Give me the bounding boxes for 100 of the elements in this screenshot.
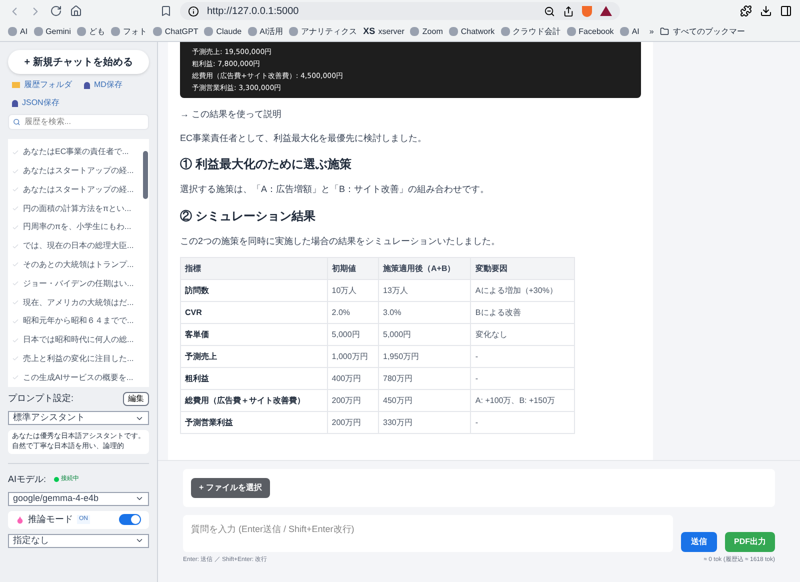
table-cell: 予測売上	[180, 346, 328, 368]
address-bar[interactable]: http://127.0.0.1:5000	[180, 2, 620, 20]
zoom-icon[interactable]	[544, 6, 555, 16]
bookmark-link[interactable]: AI活用	[248, 26, 284, 38]
intro-text: EC事業責任者として、利益最大化を最優先に検討しました。	[180, 132, 428, 144]
sidebar-link[interactable]: 履歴フォルダ	[12, 79, 72, 91]
bookmark-link[interactable]: AI	[8, 26, 28, 38]
table-cell: 5,000円	[378, 324, 471, 346]
history-item[interactable]: 日本では昭和時代に何人の総...	[8, 330, 141, 350]
check-icon	[12, 242, 19, 250]
table-cell: 5,000円	[327, 324, 378, 346]
section-heading: ② シミュレーション結果	[180, 208, 316, 224]
table-cell: 2.0%	[327, 302, 378, 324]
share-icon[interactable]	[563, 6, 574, 16]
history-item[interactable]: 円周率のπを、小学生にもわ...	[8, 218, 141, 237]
bookmark-link[interactable]: ChatGPT	[152, 26, 198, 38]
history-item[interactable]: 円の面積の計算方法をπとい...	[8, 199, 141, 218]
table-header: 指標	[180, 258, 328, 280]
table-cell: -	[470, 412, 574, 434]
search-icon	[13, 118, 20, 126]
bookmark-link[interactable]: Chatwork	[448, 26, 495, 38]
bookmark-link[interactable]: Facebook	[566, 26, 614, 38]
bookmark-link[interactable]: XS xserver	[363, 24, 404, 38]
question-input[interactable]: 質問を入力 (Enter送信 / Shift+Enter改行)	[183, 515, 673, 552]
ai-model-label: AIモデル:	[8, 473, 46, 486]
effort-select[interactable]: 指定なし	[8, 534, 149, 548]
table-cell: 330万円	[378, 412, 471, 434]
history-item[interactable]: あなたはスタートアップの経...	[8, 162, 141, 181]
more-bookmarks[interactable]: »	[649, 26, 654, 38]
reasoning-toggle[interactable]	[119, 514, 141, 525]
table-cell: Aによる増加（+30%）	[470, 280, 574, 302]
sidebar-link[interactable]: MD保存	[84, 79, 122, 91]
check-icon	[12, 148, 19, 156]
choose-file-button[interactable]: + ファイルを選択	[191, 478, 270, 498]
bookmark-folder[interactable]: すべてのブックマー	[660, 26, 745, 38]
check-icon	[12, 224, 19, 231]
sidebar-link[interactable]: JSON保存	[12, 97, 60, 109]
folder-icon	[660, 27, 669, 36]
check-icon	[12, 280, 19, 288]
check-icon	[12, 374, 19, 382]
extensions-icon[interactable]	[740, 5, 752, 17]
table-cell: CVR	[180, 302, 328, 324]
table-cell: 予測営業利益	[180, 412, 328, 434]
chevron-down-icon	[135, 536, 144, 545]
table-header: 変動要因	[470, 258, 574, 280]
table-cell: 客単価	[180, 324, 328, 346]
history-item[interactable]: あなたはスタートアップの経...	[8, 180, 141, 200]
table-cell: -	[470, 346, 574, 368]
table-cell: A: +100万、B: +150万	[470, 390, 574, 412]
table-cell: 400万円	[327, 368, 378, 390]
table-cell: 総費用（広告費＋サイト改善費）	[180, 390, 328, 412]
bookmark-link[interactable]: フォト	[110, 26, 147, 38]
check-icon	[12, 205, 19, 212]
send-button[interactable]: 送信	[681, 532, 717, 552]
bookmark-link[interactable]: ども	[76, 26, 105, 38]
scrollbar-thumb[interactable]	[142, 151, 148, 199]
history-item[interactable]: この生成AIサービスの概要を...	[8, 368, 141, 387]
table-cell: 10万人	[327, 280, 378, 302]
table-cell: 13万人	[378, 280, 471, 302]
history-item[interactable]: では、現在の日本の総理大臣...	[8, 236, 141, 256]
download-icon[interactable]	[760, 5, 772, 17]
table-cell: 200万円	[327, 390, 378, 412]
table-cell: 780万円	[378, 368, 471, 390]
home-icon[interactable]	[70, 5, 82, 17]
table-cell: 1,000万円	[327, 346, 378, 368]
history-item[interactable]: あなたはEC事業の責任者で...	[8, 143, 141, 162]
bookmark-link[interactable]: Zoom	[410, 26, 443, 38]
edit-button[interactable]: 編集	[123, 392, 149, 406]
prompt-select[interactable]: 標準アシスタント	[8, 411, 149, 425]
check-icon	[12, 318, 19, 325]
section-heading: ① 利益最大化のために選ぶ施策	[180, 156, 352, 173]
table-cell: 粗利益	[180, 368, 328, 390]
arrow-note: → この結果を使って説明	[180, 108, 283, 121]
history-item[interactable]: 売上と利益の変化に注目した...	[8, 349, 141, 368]
new-chat-button[interactable]: + 新規チャットを始める	[8, 50, 149, 74]
bookmark-icon[interactable]	[160, 5, 172, 17]
droplet-icon	[16, 516, 24, 524]
bookmark-link[interactable]: クラウド会計	[500, 26, 561, 38]
history-item[interactable]: 昭和元年から昭和６４までで...	[8, 312, 141, 331]
history-item[interactable]: ジョー・バイデンの任期はい...	[8, 274, 141, 294]
history-item[interactable]: 現在、アメリカの大統領はだ...	[8, 293, 141, 312]
bookmark-link[interactable]: アナリティクス	[289, 26, 358, 38]
history-search-field[interactable]: 履歴を検索...	[8, 114, 149, 130]
check-icon	[12, 261, 19, 268]
check-icon	[12, 168, 19, 175]
model-select[interactable]: google/gemma-4-e4b	[8, 492, 149, 506]
chevron-down-icon	[135, 494, 144, 503]
check-icon	[12, 299, 19, 306]
url-text: http://127.0.0.1:5000	[207, 4, 299, 18]
table-cell: 変化なし	[470, 324, 574, 346]
bookmark-link[interactable]: AI	[620, 26, 640, 38]
bookmark-link[interactable]: Claude	[204, 26, 242, 38]
bookmark-link[interactable]: Gemini	[34, 26, 71, 38]
history-search-input[interactable]: 履歴を検索...	[24, 116, 144, 128]
table-cell: 訪問数	[180, 280, 328, 302]
history-item[interactable]: そのあとの大統領はトランプ...	[8, 256, 141, 274]
table-cell: 3.0%	[378, 302, 471, 324]
paragraph: この2つの施策を同時に実施した場合の結果をシミュレーションいたしました。	[180, 234, 502, 248]
reload-icon[interactable]	[50, 5, 62, 17]
side-panel-icon[interactable]	[780, 5, 792, 17]
